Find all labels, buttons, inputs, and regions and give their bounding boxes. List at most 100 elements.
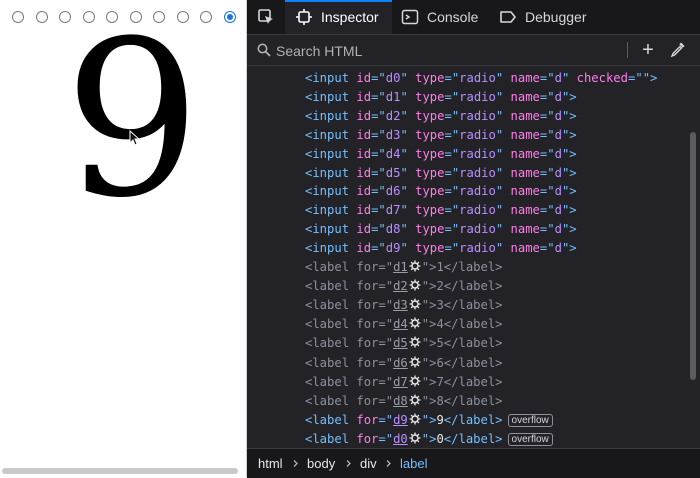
markup-node-input[interactable]: <input id="d6" type="radio" name="d">: [305, 182, 577, 201]
markup-node-input[interactable]: <input id="d9" type="radio" name="d">: [305, 239, 577, 258]
attr-name: id: [356, 222, 372, 237]
attr-name: type: [415, 71, 445, 85]
breadcrumb-html[interactable]: html: [258, 456, 283, 471]
breadcrumb-body[interactable]: body: [307, 456, 335, 471]
tag-name: label: [312, 374, 350, 389]
markup-node-label[interactable]: <label for="d5 ">5</label>: [305, 334, 503, 353]
quote: ": [378, 108, 386, 123]
attr-name: for: [356, 374, 379, 389]
radio-d0[interactable]: [12, 11, 24, 23]
markup-node-label[interactable]: <label for="d3 ">3</label>: [305, 296, 503, 315]
quote: ": [421, 317, 430, 332]
gear-icon[interactable]: [409, 278, 421, 291]
gear-icon[interactable]: [409, 355, 421, 367]
add-node-button[interactable]: +: [639, 40, 657, 60]
attr-name: checked: [576, 71, 628, 85]
markup-node-label[interactable]: <label for="d6 ">6</label>: [305, 354, 503, 373]
quote: ": [378, 184, 386, 199]
gear-icon[interactable]: [409, 259, 421, 272]
overflow-badge[interactable]: overflow: [507, 413, 553, 427]
attr-value: radio: [459, 222, 496, 237]
attr-value: radio: [459, 71, 496, 85]
equals-sign: =: [378, 336, 386, 351]
chevron-right-icon: [346, 460, 351, 467]
label-text: 7: [436, 374, 444, 389]
markup-node-input[interactable]: <input id="d4" type="radio" name="d">: [305, 145, 577, 164]
gear-icon[interactable]: [409, 335, 421, 348]
tab-console[interactable]: Console: [401, 0, 491, 34]
tag-name: label: [312, 260, 350, 274]
attr-value: radio: [459, 184, 496, 199]
gear-icon[interactable]: [409, 431, 421, 444]
quote: ": [400, 203, 408, 218]
breadcrumb-label[interactable]: label: [400, 456, 427, 471]
quote: ": [400, 241, 408, 256]
tab-debugger[interactable]: Debugger: [499, 0, 599, 34]
markup-node-input[interactable]: <input id="d8" type="radio" name="d">: [305, 220, 577, 239]
markup-node-label[interactable]: <label for="d7 ">7</label>: [305, 373, 503, 392]
tag-bracket: >: [569, 146, 577, 161]
radio-d9[interactable]: [223, 11, 236, 23]
gear-icon[interactable]: [409, 393, 421, 406]
vertical-scrollbar[interactable]: [690, 132, 696, 380]
quote: ": [421, 355, 430, 370]
element-picker-button[interactable]: [253, 0, 279, 34]
quote: ": [385, 355, 394, 370]
markup-node-label[interactable]: <label for="d4 ">4</label>: [305, 315, 503, 334]
overflow-badge[interactable]: overflow: [507, 432, 553, 446]
markup-node-label[interactable]: <label for="d1 ">1</label>: [305, 258, 503, 277]
tag-bracket: >: [569, 203, 577, 218]
tag-name: input: [312, 165, 350, 180]
attr-name: type: [415, 127, 445, 142]
attr-value: d9: [393, 412, 408, 427]
attr-name: name: [510, 184, 540, 199]
breadcrumb-div[interactable]: div: [360, 456, 377, 471]
markup-node-input[interactable]: <input id="d1" type="radio" name="d">: [305, 88, 577, 107]
attr-value: d: [554, 71, 562, 85]
tag-bracket: >: [569, 89, 577, 104]
tab-inspector[interactable]: Inspector: [285, 0, 392, 34]
gear-icon[interactable]: [409, 297, 421, 310]
gear-icon[interactable]: [409, 412, 421, 425]
quote: ": [400, 165, 408, 180]
markup-node-input[interactable]: <input id="d3" type="radio" name="d">: [305, 126, 577, 145]
label-text: 6: [436, 355, 444, 370]
quote: ": [547, 222, 555, 237]
tag-name: label: [312, 355, 350, 370]
selected-digit-display: 9: [64, 0, 201, 245]
gear-icon[interactable]: [409, 316, 421, 329]
markup-node-label[interactable]: <label for="d0 ">0</label> overflow: [305, 430, 553, 446]
tag-name: input: [312, 241, 350, 256]
horizontal-scrollbar[interactable]: [2, 468, 238, 474]
tag-bracket: >: [495, 260, 503, 274]
eyedropper-icon[interactable]: [670, 41, 686, 57]
markup-node-input[interactable]: <input id="d0" type="radio" name="d" che…: [305, 69, 657, 88]
attr-name: id: [356, 127, 372, 142]
closing-bracket: </: [443, 260, 459, 274]
equals-sign: =: [444, 203, 452, 218]
markup-node-label[interactable]: <label for="d2 ">2</label>: [305, 277, 503, 296]
gear-icon[interactable]: [409, 374, 421, 387]
markup-node-input[interactable]: <input id="d2" type="radio" name="d">: [305, 107, 577, 126]
tag-bracket: >: [569, 108, 577, 123]
tag-name: input: [312, 146, 350, 161]
attr-value: d: [554, 222, 562, 237]
inspector-icon: [296, 9, 312, 25]
attr-name: for: [356, 412, 379, 427]
markup-node-input[interactable]: <input id="d7" type="radio" name="d">: [305, 201, 577, 220]
markup-node-label[interactable]: <label for="d9 ">9</label> overflow: [305, 411, 553, 430]
markup-node-label[interactable]: <label for="d8 ">8</label>: [305, 392, 503, 411]
radio-d1[interactable]: [35, 11, 48, 23]
search-html-input[interactable]: [274, 41, 618, 61]
chevron-right-icon: [386, 460, 391, 467]
equals-sign: =: [444, 222, 452, 237]
quote: ": [385, 412, 394, 427]
attr-name: for: [356, 298, 379, 313]
markup-node-input[interactable]: <input id="d5" type="radio" name="d">: [305, 164, 577, 183]
quote: ": [400, 127, 408, 142]
attr-value: d4: [385, 146, 401, 161]
attr-value: d: [554, 241, 562, 256]
equals-sign: =: [378, 431, 386, 446]
attr-value: radio: [459, 146, 496, 161]
equals-sign: =: [378, 393, 386, 408]
